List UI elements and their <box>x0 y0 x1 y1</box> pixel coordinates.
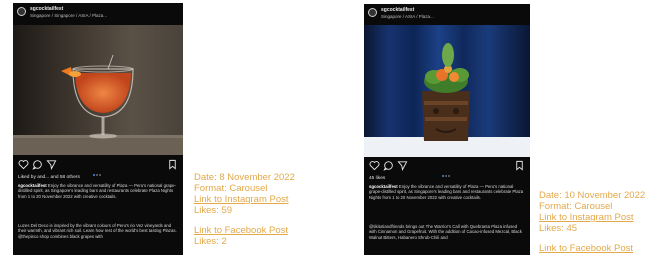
post-caption-more: @tikitotiandfriends brings out The Warri… <box>369 224 522 240</box>
share-icon[interactable] <box>397 160 408 171</box>
post-format: Format: Carousel <box>194 183 268 194</box>
avatar[interactable] <box>368 8 377 17</box>
tiki-mug-image <box>364 25 530 157</box>
caption-username[interactable]: sgcocktailfest <box>369 184 398 189</box>
share-icon[interactable] <box>46 159 57 170</box>
instagram-post-link[interactable]: Link to Instagram Post <box>194 194 295 205</box>
post-caption: sgcocktailfest Enjoy the vibrance and ve… <box>18 183 178 199</box>
post-actions <box>364 159 530 177</box>
heart-icon[interactable] <box>369 160 380 171</box>
post-date: Date: 8 November 2022 <box>194 172 295 183</box>
post-username[interactable]: sgcocktailfest <box>381 7 414 13</box>
post-1-meta: Date: 8 November 2022 Format: Carousel L… <box>194 172 295 247</box>
carousel-dots <box>93 163 103 176</box>
comment-icon[interactable] <box>32 159 43 170</box>
instagram-post-2: sgcocktailfest Singapore / ASIA / Plaza.… <box>364 4 530 255</box>
comment-icon[interactable] <box>383 160 394 171</box>
carousel-dots <box>442 164 452 177</box>
heart-icon[interactable] <box>18 159 29 170</box>
likes-line[interactable]: 45 likes <box>369 176 385 181</box>
post-photo[interactable] <box>13 25 183 155</box>
bookmark-icon[interactable] <box>167 159 178 170</box>
caption-username[interactable]: sgcocktailfest <box>18 183 47 188</box>
post-2-meta: Date: 10 November 2022 Format: Carousel … <box>539 190 645 254</box>
instagram-post-1: sgcocktailfest Singapore / Singapore / A… <box>13 3 183 255</box>
post-location[interactable]: Singapore / Singapore / ASIA / Plaza... <box>30 13 107 18</box>
avatar[interactable] <box>17 7 26 16</box>
post-location[interactable]: Singapore / ASIA / Plaza... <box>381 14 434 19</box>
instagram-post-link[interactable]: Link to Instagram Post <box>539 212 645 223</box>
post-header: sgcocktailfest Singapore / Singapore / A… <box>13 3 183 25</box>
post-format: Format: Carousel <box>539 201 613 212</box>
cocktail-glass-image <box>13 25 183 155</box>
bookmark-icon[interactable] <box>514 160 525 171</box>
instagram-likes: Likes: 45 <box>539 223 578 234</box>
post-date: Date: 10 November 2022 <box>539 190 646 201</box>
likes-line[interactable]: Liked by and... and 58 others <box>18 175 80 180</box>
instagram-likes: Likes: 59 <box>194 205 233 216</box>
post-caption: sgcocktailfest Enjoy the vibrance and ve… <box>369 184 525 200</box>
facebook-post-link[interactable]: Link to Facebook Post <box>539 243 645 254</box>
facebook-post-link[interactable]: Link to Facebook Post <box>194 225 295 236</box>
post-header: sgcocktailfest Singapore / ASIA / Plaza.… <box>364 4 530 26</box>
facebook-likes: Likes: 2 <box>194 236 227 247</box>
post-photo[interactable] <box>364 25 530 157</box>
post-actions <box>13 158 183 176</box>
post-username[interactable]: sgcocktailfest <box>30 6 63 12</box>
post-caption-more: Luzes Del Deco is inspired by the vibran… <box>18 223 177 239</box>
